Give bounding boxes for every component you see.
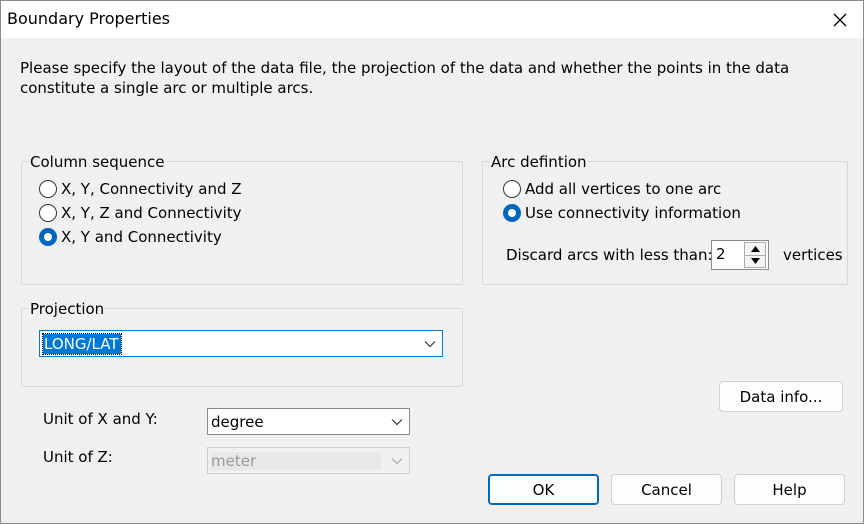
radio-label: X, Y and Connectivity [61, 228, 222, 246]
help-button[interactable]: Help [734, 474, 845, 505]
unit-xy-label: Unit of X and Y: [43, 410, 158, 428]
dialog-window: Boundary Properties Please specify the l… [0, 0, 864, 524]
radio-xy-connectivity-z[interactable]: X, Y, Connectivity and Z [39, 180, 242, 198]
radio-button[interactable] [39, 180, 57, 198]
spin-up-icon [750, 245, 760, 252]
close-icon [833, 13, 847, 26]
radio-xy-connectivity[interactable]: X, Y and Connectivity [39, 228, 222, 246]
discard-count-value[interactable]: 2 [716, 245, 726, 263]
data-info-button[interactable]: Data info... [719, 381, 843, 412]
radio-label: X, Y, Z and Connectivity [61, 204, 242, 222]
radio-label: Use connectivity information [525, 204, 741, 222]
unit-z-value: meter [211, 451, 381, 470]
radio-button-selected[interactable] [39, 228, 57, 246]
discard-label: Discard arcs with less than: [506, 246, 713, 264]
chevron-down-icon [385, 418, 409, 426]
radio-label: X, Y, Connectivity and Z [61, 180, 242, 198]
column-sequence-label: Column sequence [29, 153, 166, 171]
radio-button-selected[interactable] [503, 204, 521, 222]
title-bar: Boundary Properties [1, 1, 863, 38]
spin-up-button[interactable] [744, 242, 766, 256]
spin-buttons [744, 242, 766, 268]
spin-down-icon [750, 258, 760, 265]
chevron-down-icon [418, 340, 442, 348]
chevron-down-icon [385, 457, 409, 465]
radio-button[interactable] [39, 204, 57, 222]
radio-label: Add all vertices to one arc [525, 180, 722, 198]
vertices-label: vertices [783, 246, 843, 264]
unit-xy-select[interactable]: degree [207, 408, 410, 435]
unit-xy-value: degree [211, 412, 264, 431]
radio-use-connectivity[interactable]: Use connectivity information [503, 204, 741, 222]
unit-z-label: Unit of Z: [43, 448, 113, 466]
spin-down-button[interactable] [744, 255, 766, 268]
close-button[interactable] [817, 1, 863, 38]
ok-button[interactable]: OK [488, 474, 599, 505]
projection-label: Projection [29, 300, 106, 318]
arc-definition-label: Arc defintion [490, 153, 588, 171]
discard-count-spinner[interactable]: 2 [711, 240, 769, 270]
description-text: Please specify the layout of the data fi… [20, 59, 790, 97]
radio-xy-z-connectivity[interactable]: X, Y, Z and Connectivity [39, 204, 242, 222]
cancel-button[interactable]: Cancel [611, 474, 722, 505]
radio-button[interactable] [503, 180, 521, 198]
window-title: Boundary Properties [7, 9, 170, 28]
radio-add-all-vertices[interactable]: Add all vertices to one arc [503, 180, 721, 198]
unit-z-select: meter [207, 447, 410, 474]
projection-select[interactable]: LONG/LAT [39, 330, 443, 357]
projection-value: LONG/LAT [42, 332, 122, 355]
